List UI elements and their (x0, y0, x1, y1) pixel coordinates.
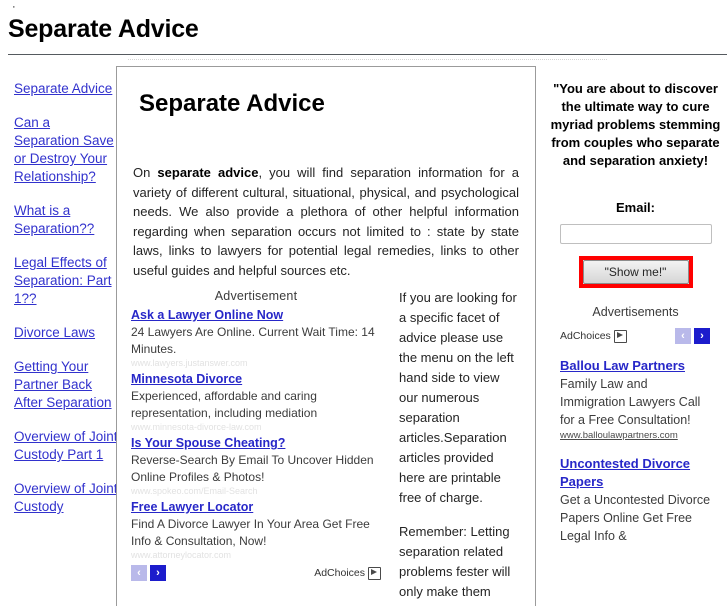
intro-rest: , you will find separation information f… (133, 165, 519, 278)
rail-ad-item: Ballou Law Partners Family Law and Immig… (560, 357, 711, 442)
ad-description: Family Law and Immigration Lawyers Call … (560, 377, 701, 427)
chevron-left-icon[interactable]: ‹ (131, 565, 147, 581)
sidebar-item-legal-effects-of-separation-part-1[interactable]: Legal Effects of Separation: Part 1?? (14, 254, 118, 308)
adchoices-link[interactable]: AdChoices (560, 329, 627, 343)
advertisement-label: Advertisement (214, 289, 298, 303)
sidebar-item-divorce-laws[interactable]: Divorce Laws (14, 324, 118, 342)
ad-link-is-your-spouse-cheating[interactable]: Is Your Spouse Cheating? (131, 435, 381, 452)
rail-ad-pagination: ‹ › (675, 328, 713, 344)
content-heading: Separate Advice (139, 90, 325, 117)
content-text-column: If you are looking for a specific facet … (391, 288, 521, 606)
adchoices-icon (368, 566, 381, 580)
body-paragraph-1: If you are looking for a specific facet … (399, 290, 517, 505)
ad-item: Free Lawyer Locator Find A Divorce Lawye… (131, 499, 381, 561)
sidebar-item-overview-of-joint-custody-part-1[interactable]: Overview of Joint Custody Part 1 (14, 428, 118, 464)
chevron-right-icon[interactable]: › (150, 565, 166, 581)
inline-ad-footer: ‹ › AdChoices (131, 565, 381, 581)
adchoices-label: AdChoices (560, 330, 611, 342)
rail-ad-item: Uncontested Divorce Papers Get a Unconte… (560, 455, 711, 545)
ad-link-uncontested-divorce-papers[interactable]: Uncontested Divorce Papers (560, 455, 711, 491)
sidebar-item-overview-of-joint-custody[interactable]: Overview of Joint Custody (14, 480, 118, 516)
ad-link-free-lawyer-locator[interactable]: Free Lawyer Locator (131, 499, 381, 516)
chevron-left-icon[interactable]: ‹ (675, 328, 691, 344)
ad-item: Ask a Lawyer Online Now 24 Lawyers Are O… (131, 307, 381, 369)
ad-description: Get a Uncontested Divorce Papers Online … (560, 493, 711, 543)
ad-item: Is Your Spouse Cheating? Reverse-Search … (131, 435, 381, 497)
ad-link-ballou-law-partners[interactable]: Ballou Law Partners (560, 357, 711, 375)
intro-paragraph: On separate advice, you will find separa… (131, 163, 521, 280)
sidebar-item-can-a-separation-save-or-destroy[interactable]: Can a Separation Save or Destroy Your Re… (14, 114, 118, 186)
content-columns: Advertisement Ask a Lawyer Online Now 24… (131, 288, 521, 606)
ad-url-link[interactable]: www.balloulawpartners.com (560, 429, 711, 442)
intro-prefix: On (133, 165, 158, 180)
page-header: · Separate Advice (0, 2, 727, 60)
body-paragraph-2: Remember: Letting separation related pro… (399, 524, 511, 606)
header-divider-secondary (128, 59, 607, 60)
page-title: Separate Advice (8, 15, 199, 43)
ad-url: www.spokeo.com/Email-Search (131, 486, 258, 496)
intro-bold-term: separate advice (157, 165, 259, 180)
header-dot: · (12, 1, 16, 13)
inline-ad-block: Advertisement Ask a Lawyer Online Now 24… (131, 288, 391, 606)
show-me-button[interactable]: "Show me!" (582, 260, 689, 284)
email-label: Email: (615, 200, 655, 215)
ad-pagination: ‹ › (131, 565, 169, 581)
ad-url: www.lawyers.justanswer.com (131, 358, 248, 368)
adchoices-link[interactable]: AdChoices (314, 566, 381, 580)
sidebar-item-getting-your-partner-back[interactable]: Getting Your Partner Back After Separati… (14, 358, 118, 412)
adchoices-icon (613, 329, 627, 343)
ad-link-ask-a-lawyer[interactable]: Ask a Lawyer Online Now (131, 307, 381, 324)
email-field[interactable] (559, 224, 712, 244)
ad-url: www.attorneylocator.com (131, 550, 232, 560)
ad-description: Reverse-Search By Email To Uncover Hidde… (131, 453, 374, 484)
adchoices-label: AdChoices (314, 567, 365, 579)
main-content-box: Separate Advice On separate advice, you … (116, 66, 536, 606)
ad-link-minnesota-divorce[interactable]: Minnesota Divorce (131, 371, 381, 388)
sidebar-item-separate-advice[interactable]: Separate Advice (14, 80, 118, 98)
sidebar-navigation: Separate Advice Can a Separation Save or… (0, 80, 118, 516)
ad-item: Minnesota Divorce Experienced, affordabl… (131, 371, 381, 433)
rail-ad-controls: AdChoices ‹ › (560, 328, 713, 344)
ad-url: www.minnesota-divorce-law.com (131, 422, 262, 432)
right-sidebar: "You are about to discover the ultimate … (544, 66, 727, 545)
chevron-right-icon[interactable]: › (694, 328, 710, 344)
ad-description: 24 Lawyers Are Online. Current Wait Time… (131, 325, 375, 356)
sidebar-item-what-is-a-separation[interactable]: What is a Separation?? (14, 202, 118, 238)
ad-description: Experienced, affordable and caring repre… (131, 389, 318, 420)
submit-button-highlight: "Show me!" (578, 256, 693, 288)
header-divider (8, 54, 727, 55)
advertisements-heading: Advertisements (592, 305, 679, 319)
promo-quote: "You are about to discover the ultimate … (550, 81, 721, 168)
